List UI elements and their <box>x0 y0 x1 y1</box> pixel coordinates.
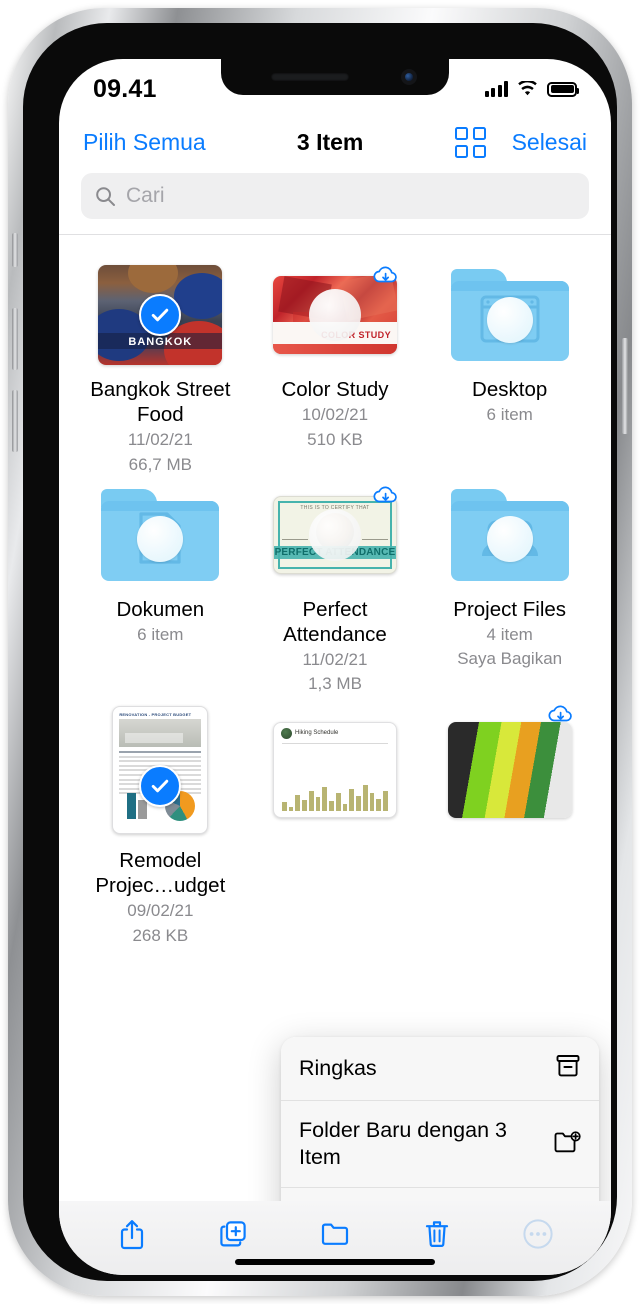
folder-highlight <box>137 516 184 563</box>
file-grid: BANGKOK Bangkok Street Food 11/02/21 66,… <box>59 235 611 948</box>
move-to-folder-button[interactable] <box>313 1213 357 1255</box>
search-input[interactable]: Cari <box>81 173 589 219</box>
file-item[interactable]: Desktop 6 item <box>422 265 597 477</box>
folder-name: Project Files <box>453 597 567 621</box>
delete-button[interactable] <box>415 1213 459 1255</box>
file-thumbnail: Hiking Schedule <box>272 704 397 836</box>
file-size: 510 KB <box>307 429 363 449</box>
context-menu-label: Ringkas <box>299 1056 377 1081</box>
volume-up-button[interactable] <box>12 308 18 370</box>
mute-switch[interactable] <box>12 233 18 267</box>
duplicate-plus-icon <box>220 1221 247 1247</box>
duplicate-button[interactable] <box>211 1213 255 1255</box>
document-thumbnail: Hiking Schedule <box>272 722 397 819</box>
file-name: Remodel Projec…udget <box>95 849 226 898</box>
folder-item-count: 6 item <box>486 405 533 424</box>
file-date: 10/02/21 <box>301 405 369 424</box>
new-folder-icon <box>553 1129 581 1160</box>
divider <box>59 234 611 235</box>
folder-item-count: 4 item <box>486 624 533 644</box>
archive-box-icon <box>555 1053 581 1084</box>
image-thumbnail <box>447 722 572 819</box>
file-thumbnail: BANGKOK <box>98 265 223 365</box>
folder-item-count: 6 item <box>137 624 184 644</box>
home-indicator[interactable] <box>235 1259 435 1265</box>
checkmark-icon <box>139 294 182 336</box>
file-item[interactable]: Dokumen 6 item <box>73 485 248 697</box>
battery-full-icon <box>547 81 579 97</box>
file-thumbnail <box>447 704 572 836</box>
phone-frame: 09.41 Pilih Semua 3 Item Selesai Cari BA… <box>8 8 632 1296</box>
search-container: Cari <box>59 173 611 233</box>
file-size: 66,7 MB <box>128 454 192 474</box>
file-date: 11/02/21 <box>127 430 193 449</box>
file-item[interactable] <box>422 704 597 948</box>
folder-icon <box>450 269 569 361</box>
folder-icon <box>450 488 569 581</box>
wifi-icon <box>518 81 537 96</box>
phone-bezel: 09.41 Pilih Semua 3 Item Selesai Cari BA… <box>23 23 617 1281</box>
file-date: 09/02/21 <box>127 901 194 921</box>
navigation-bar: Pilih Semua 3 Item Selesai <box>59 111 611 173</box>
earpiece-speaker <box>271 73 349 81</box>
more-actions-button[interactable] <box>516 1213 560 1255</box>
folder-name: Desktop <box>472 378 548 401</box>
select-all-button[interactable]: Pilih Semua <box>83 129 206 156</box>
volume-down-button[interactable] <box>12 390 18 452</box>
file-thumbnail: RENOVATION - PROJECT BUDGET <box>98 704 222 836</box>
context-menu-item-new-folder[interactable]: Folder Baru dengan 3 Item <box>281 1100 599 1187</box>
notch <box>221 59 449 95</box>
search-icon <box>96 186 115 206</box>
file-size: 268 KB <box>132 925 189 945</box>
icloud-download-icon[interactable] <box>371 263 401 294</box>
file-item[interactable]: Project Files 4 item Saya Bagikan <box>422 485 597 697</box>
thumbnail-caption: Hiking Schedule <box>294 730 339 737</box>
status-time: 09.41 <box>93 74 157 103</box>
folder-icon <box>101 488 220 581</box>
file-item[interactable]: RENOVATION - PROJECT BUDGET Remodel Proj… <box>73 704 248 948</box>
file-size: 1,3 MB <box>308 674 362 694</box>
folder-highlight <box>486 296 533 343</box>
file-item[interactable]: Hiking Schedule <box>248 704 423 948</box>
file-thumbnail <box>448 265 572 365</box>
icloud-download-icon[interactable] <box>546 702 576 733</box>
file-thumbnail <box>448 485 572 585</box>
page-title: 3 Item <box>296 128 364 155</box>
share-button[interactable] <box>110 1213 154 1255</box>
icloud-download-icon[interactable] <box>371 483 401 514</box>
folder-name: Dokumen <box>116 597 205 621</box>
thumbnail-highlight <box>308 289 361 341</box>
thumbnail-caption: BANGKOK <box>128 336 193 348</box>
file-thumbnail: THIS IS TO CERTIFY THAT PERFECT ATTENDAN… <box>272 485 397 585</box>
share-up-arrow-icon <box>120 1220 143 1250</box>
done-button[interactable]: Selesai <box>512 129 587 156</box>
file-item[interactable]: THIS IS TO CERTIFY THAT PERFECT ATTENDAN… <box>248 485 423 697</box>
folder-highlight <box>486 516 533 563</box>
trash-icon <box>425 1221 448 1248</box>
cellular-signal-icon <box>484 81 508 97</box>
file-name: Bangkok Street Food <box>90 378 231 426</box>
file-name: Perfect Attendance <box>283 597 387 646</box>
folder-icon <box>321 1223 349 1245</box>
grid-view-icon[interactable] <box>454 126 486 158</box>
folder-shared-label: Saya Bagikan <box>457 649 563 669</box>
file-date: 11/02/21 <box>302 649 368 669</box>
file-thumbnail: COLOR STUDY <box>272 265 397 365</box>
front-camera <box>401 69 417 85</box>
file-thumbnail <box>98 485 222 585</box>
power-button[interactable] <box>622 338 628 434</box>
file-name: Color Study <box>281 378 389 401</box>
file-item[interactable]: BANGKOK Bangkok Street Food 11/02/21 66,… <box>73 265 248 477</box>
thumbnail-highlight <box>308 508 361 561</box>
status-indicators <box>484 81 579 97</box>
checkmark-icon <box>139 764 182 807</box>
search-placeholder: Cari <box>126 184 165 207</box>
context-menu-label: Folder Baru dengan 3 Item <box>299 1118 507 1170</box>
context-menu-item-compress[interactable]: Ringkas <box>281 1037 599 1100</box>
phone-screen: 09.41 Pilih Semua 3 Item Selesai Cari BA… <box>59 59 611 1275</box>
thumbnail-caption: RENOVATION - PROJECT BUDGET <box>119 712 192 718</box>
file-item[interactable]: COLOR STUDY Color Study 10/02/21 510 KB <box>248 265 423 477</box>
screenshot-stage: 09.41 Pilih Semua 3 Item Selesai Cari BA… <box>0 0 640 1304</box>
ellipsis-circle-icon <box>523 1219 553 1249</box>
